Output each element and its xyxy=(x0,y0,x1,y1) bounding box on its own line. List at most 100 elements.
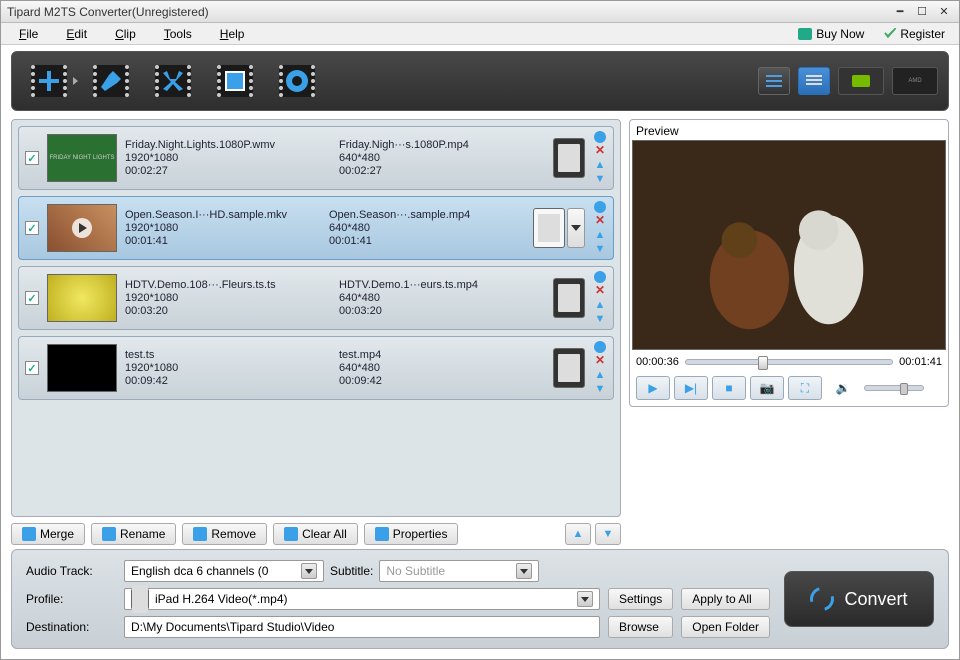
source-name: test.ts xyxy=(125,349,331,361)
maximize-button[interactable]: ☐ xyxy=(913,5,931,19)
thumbnail[interactable] xyxy=(47,344,117,392)
apply-to-all-button[interactable]: Apply to All xyxy=(681,588,770,610)
remove-button[interactable]: Remove xyxy=(182,523,267,545)
chevron-down-icon xyxy=(301,563,317,579)
row-up-icon[interactable]: ▲ xyxy=(593,229,607,241)
playback-slider[interactable] xyxy=(685,359,893,365)
file-row[interactable]: Open.Season.I···HD.sample.mkv 1920*1080 … xyxy=(18,196,614,260)
menu-edit[interactable]: Edit xyxy=(52,27,101,41)
row-up-icon[interactable]: ▲ xyxy=(593,299,607,311)
row-settings-icon[interactable] xyxy=(594,271,606,283)
preview-label: Preview xyxy=(632,122,946,140)
output-res: 640*480 xyxy=(339,362,545,374)
thumbnail[interactable] xyxy=(47,274,117,322)
clear-all-button[interactable]: Clear All xyxy=(273,523,358,545)
output-name: Friday.Nigh···s.1080P.mp4 xyxy=(339,139,545,151)
profile-select[interactable]: iPad H.264 Video(*.mp4) xyxy=(124,588,600,610)
file-row[interactable]: FRIDAY NIGHT LIGHTS Friday.Night.Lights.… xyxy=(18,126,614,190)
source-res: 1920*1080 xyxy=(125,292,331,304)
row-remove-icon[interactable]: ✕ xyxy=(593,215,607,227)
subtitle-select[interactable]: No Subtitle xyxy=(379,560,539,582)
checkbox[interactable] xyxy=(25,151,39,165)
add-file-button[interactable] xyxy=(22,59,76,103)
snapshot-button[interactable]: 📷 xyxy=(750,376,784,400)
merge-button[interactable]: Merge xyxy=(11,523,85,545)
row-remove-icon[interactable]: ✕ xyxy=(593,355,607,367)
checkbox[interactable] xyxy=(25,291,39,305)
device-icon[interactable] xyxy=(553,138,585,178)
volume-icon[interactable]: 🔉 xyxy=(826,376,860,400)
row-remove-icon[interactable]: ✕ xyxy=(593,145,607,157)
preview-video[interactable] xyxy=(632,140,946,350)
convert-button[interactable]: Convert xyxy=(784,571,934,627)
move-down-button[interactable]: ▼ xyxy=(595,523,621,545)
rename-button[interactable]: Rename xyxy=(91,523,176,545)
thumbnail[interactable]: FRIDAY NIGHT LIGHTS xyxy=(47,134,117,182)
device-dropdown-button[interactable] xyxy=(567,208,585,248)
device-icon xyxy=(131,588,149,610)
row-remove-icon[interactable]: ✕ xyxy=(593,285,607,297)
crop-button[interactable] xyxy=(208,59,262,103)
settings-profile-button[interactable]: Settings xyxy=(608,588,673,610)
properties-button[interactable]: Properties xyxy=(364,523,459,545)
buy-now-button[interactable]: Buy Now xyxy=(788,27,874,41)
step-button[interactable]: ▶| xyxy=(674,376,708,400)
buy-now-label: Buy Now xyxy=(816,27,864,41)
volume-slider[interactable] xyxy=(864,385,924,391)
row-settings-icon[interactable] xyxy=(594,341,606,353)
row-down-icon[interactable]: ▼ xyxy=(593,243,607,255)
play-overlay-icon xyxy=(72,218,92,238)
row-down-icon[interactable]: ▼ xyxy=(593,313,607,325)
file-row[interactable]: HDTV.Demo.108···.Fleurs.ts.ts 1920*1080 … xyxy=(18,266,614,330)
close-button[interactable]: ✕ xyxy=(935,5,953,19)
fullscreen-button[interactable]: ⛶ xyxy=(788,376,822,400)
device-icon[interactable] xyxy=(553,278,585,318)
row-up-icon[interactable]: ▲ xyxy=(593,369,607,381)
view-list-button[interactable] xyxy=(758,67,790,95)
browse-button[interactable]: Browse xyxy=(608,616,673,638)
play-button[interactable]: ▶ xyxy=(636,376,670,400)
menu-help[interactable]: Help xyxy=(206,27,259,41)
thumbnail[interactable] xyxy=(47,204,117,252)
source-dur: 00:09:42 xyxy=(125,375,331,387)
register-button[interactable]: Register xyxy=(874,27,955,41)
source-name: HDTV.Demo.108···.Fleurs.ts.ts xyxy=(125,279,331,291)
minimize-button[interactable]: ━ xyxy=(891,5,909,19)
device-icon[interactable] xyxy=(533,208,565,248)
file-ops-bar: Merge Rename Remove Clear All Properties… xyxy=(11,517,621,545)
output-res: 640*480 xyxy=(339,292,545,304)
checkbox[interactable] xyxy=(25,221,39,235)
settings-button[interactable] xyxy=(270,59,324,103)
row-settings-icon[interactable] xyxy=(594,131,606,143)
source-dur: 00:01:41 xyxy=(125,235,321,247)
audio-track-select[interactable]: English dca 6 channels (0 xyxy=(124,560,324,582)
audio-track-label: Audio Track: xyxy=(26,564,116,578)
row-settings-icon[interactable] xyxy=(594,201,606,213)
row-up-icon[interactable]: ▲ xyxy=(593,159,607,171)
trim-button[interactable] xyxy=(146,59,200,103)
effects-button[interactable] xyxy=(84,59,138,103)
remove-icon xyxy=(193,527,207,541)
row-down-icon[interactable]: ▼ xyxy=(593,173,607,185)
menu-file[interactable]: File xyxy=(5,27,52,41)
checkbox[interactable] xyxy=(25,361,39,375)
register-label: Register xyxy=(900,27,945,41)
menu-tools[interactable]: Tools xyxy=(150,27,206,41)
open-folder-button[interactable]: Open Folder xyxy=(681,616,770,638)
row-down-icon[interactable]: ▼ xyxy=(593,383,607,395)
cart-icon xyxy=(798,28,812,40)
source-dur: 00:03:20 xyxy=(125,305,331,317)
move-up-button[interactable]: ▲ xyxy=(565,523,591,545)
chevron-down-icon xyxy=(73,77,78,85)
device-icon[interactable] xyxy=(553,348,585,388)
destination-input[interactable]: D:\My Documents\Tipard Studio\Video xyxy=(124,616,600,638)
output-name: Open.Season···.sample.mp4 xyxy=(329,209,525,221)
file-row[interactable]: test.ts 1920*1080 00:09:42 test.mp4 640*… xyxy=(18,336,614,400)
properties-icon xyxy=(375,527,389,541)
toolbar: AMD xyxy=(11,51,949,111)
source-dur: 00:02:27 xyxy=(125,165,331,177)
view-detail-button[interactable] xyxy=(798,67,830,95)
menu-clip[interactable]: Clip xyxy=(101,27,150,41)
output-dur: 00:03:20 xyxy=(339,305,545,317)
stop-button[interactable]: ■ xyxy=(712,376,746,400)
